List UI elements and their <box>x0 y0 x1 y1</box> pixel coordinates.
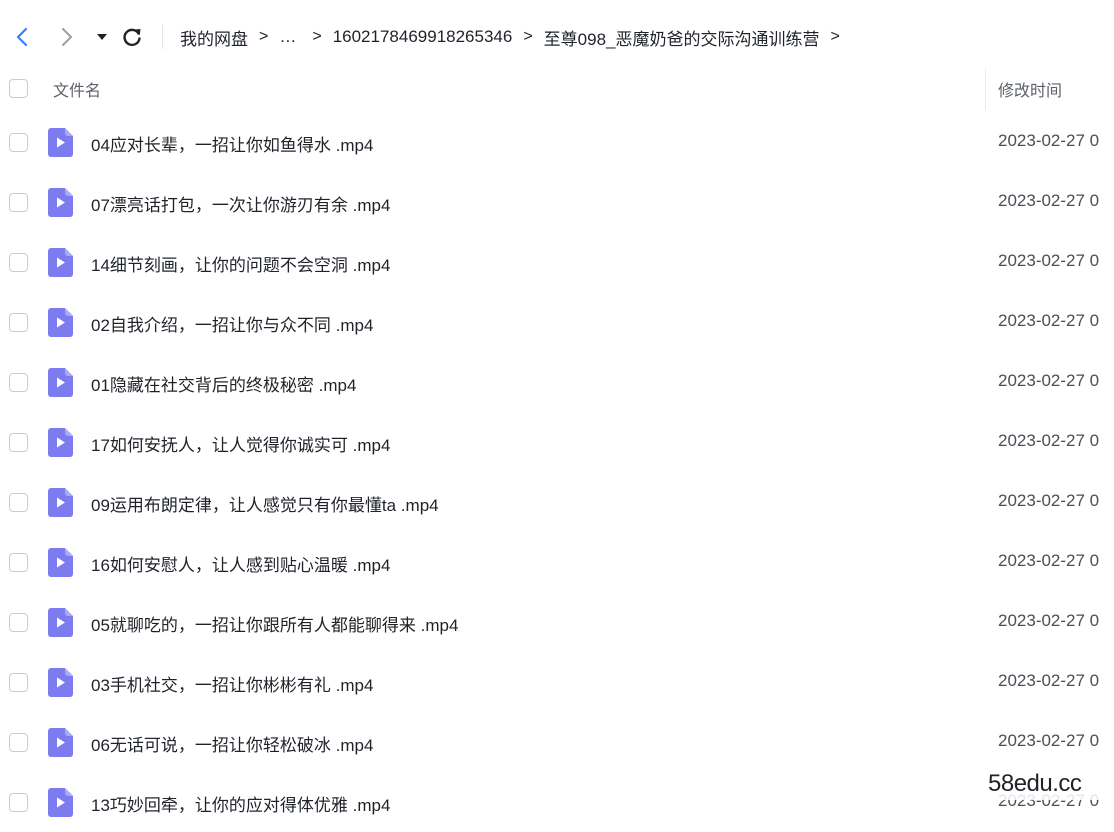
file-row[interactable]: 09运用布朗定律，让人感觉只有你最懂ta .mp4 2023-02-27 0 <box>0 472 1114 532</box>
file-name[interactable]: 09运用布朗定律，让人感觉只有你最懂ta .mp4 <box>91 491 439 516</box>
select-all-checkbox[interactable] <box>9 79 28 98</box>
breadcrumb: 我的网盘 > … > 1602178469918265346 > 至尊098_恶… <box>180 25 851 49</box>
file-modified-time: 2023-02-27 0 <box>998 731 1100 750</box>
column-header-modified[interactable]: 修改时间 <box>998 77 1062 101</box>
watermark: 58edu.cc <box>986 770 1114 800</box>
file-modified-time: 2023-02-27 0 <box>998 191 1100 210</box>
video-file-icon <box>48 248 73 277</box>
video-file-icon <box>48 428 73 457</box>
breadcrumb-separator: > <box>259 28 269 45</box>
file-name[interactable]: 14细节刻画，让你的问题不会空洞 .mp4 <box>91 251 390 276</box>
forward-button[interactable] <box>56 26 78 48</box>
row-checkbox[interactable] <box>9 373 28 392</box>
video-file-icon <box>48 548 73 577</box>
row-checkbox[interactable] <box>9 193 28 212</box>
column-header-name[interactable]: 文件名 <box>53 77 101 101</box>
refresh-icon <box>123 28 141 47</box>
file-row[interactable]: 01隐藏在社交背后的终极秘密 .mp4 2023-02-27 0 <box>0 352 1114 412</box>
column-divider[interactable] <box>985 68 986 110</box>
row-checkbox[interactable] <box>9 673 28 692</box>
chevron-left-icon <box>16 27 28 47</box>
row-checkbox[interactable] <box>9 733 28 752</box>
file-row[interactable]: 17如何安抚人，让人觉得你诚实可 .mp4 2023-02-27 0 <box>0 412 1114 472</box>
row-checkbox[interactable] <box>9 133 28 152</box>
file-row[interactable]: 14细节刻画，让你的问题不会空洞 .mp4 2023-02-27 0 <box>0 232 1114 292</box>
file-list: 04应对长辈，一招让你如鱼得水 .mp4 2023-02-27 0 07漂亮话打包，… <box>0 112 1114 832</box>
file-name[interactable]: 13巧妙回牵，让你的应对得体优雅 .mp4 <box>91 791 390 816</box>
breadcrumb-folder-id[interactable]: 1602178469918265346 <box>333 27 513 47</box>
file-name[interactable]: 17如何安抚人，让人觉得你诚实可 .mp4 <box>91 431 390 456</box>
file-list-header: 文件名 修改时间 <box>0 66 1114 112</box>
video-file-icon <box>48 668 73 697</box>
file-modified-time: 2023-02-27 0 <box>998 431 1100 450</box>
chevron-right-icon <box>62 28 72 46</box>
file-modified-time: 2023-02-27 0 <box>998 371 1100 390</box>
file-modified-time: 2023-02-27 0 <box>998 251 1100 270</box>
video-file-icon <box>48 488 73 517</box>
file-modified-time: 2023-02-27 0 <box>998 611 1100 630</box>
file-modified-time: 2023-02-27 0 <box>998 551 1100 570</box>
file-name[interactable]: 07漂亮话打包，一次让你游刃有余 .mp4 <box>91 191 390 216</box>
file-row[interactable]: 07漂亮话打包，一次让你游刃有余 .mp4 2023-02-27 0 <box>0 172 1114 232</box>
row-checkbox[interactable] <box>9 553 28 572</box>
file-modified-time: 2023-02-27 0 <box>998 491 1100 510</box>
video-file-icon <box>48 788 73 817</box>
file-name[interactable]: 01隐藏在社交背后的终极秘密 .mp4 <box>91 371 356 396</box>
row-checkbox[interactable] <box>9 493 28 512</box>
video-file-icon <box>48 308 73 337</box>
file-name[interactable]: 04应对长辈，一招让你如鱼得水 .mp4 <box>91 131 373 156</box>
file-modified-time: 2023-02-27 0 <box>998 671 1100 690</box>
video-file-icon <box>48 188 73 217</box>
breadcrumb-collapsed[interactable]: … <box>279 27 296 47</box>
breadcrumb-current-folder[interactable]: 至尊098_恶魔奶爸的交际沟通训练营 <box>544 25 820 50</box>
file-row[interactable]: 16如何安慰人，让人感到贴心温暖 .mp4 2023-02-27 0 <box>0 532 1114 592</box>
file-row[interactable]: 05就聊吃的，一招让你跟所有人都能聊得来 .mp4 2023-02-27 0 <box>0 592 1114 652</box>
row-checkbox[interactable] <box>9 613 28 632</box>
file-name[interactable]: 06无话可说，一招让你轻松破冰 .mp4 <box>91 731 373 756</box>
file-row[interactable]: 06无话可说，一招让你轻松破冰 .mp4 2023-02-27 0 <box>0 712 1114 772</box>
back-button[interactable] <box>11 26 33 48</box>
file-row[interactable]: 02自我介绍，一招让你与众不同 .mp4 2023-02-27 0 <box>0 292 1114 352</box>
breadcrumb-separator: > <box>523 28 533 45</box>
row-checkbox[interactable] <box>9 433 28 452</box>
file-row[interactable]: 13巧妙回牵，让你的应对得体优雅 .mp4 2023-02-27 0 <box>0 772 1114 832</box>
history-dropdown-button[interactable] <box>93 27 111 47</box>
toolbar: 我的网盘 > … > 1602178469918265346 > 至尊098_恶… <box>0 0 1114 74</box>
toolbar-divider <box>162 25 163 49</box>
video-file-icon <box>48 728 73 757</box>
row-checkbox[interactable] <box>9 793 28 812</box>
breadcrumb-separator: > <box>312 28 322 45</box>
file-modified-time: 2023-02-27 0 <box>998 311 1100 330</box>
row-checkbox[interactable] <box>9 253 28 272</box>
file-name[interactable]: 05就聊吃的，一招让你跟所有人都能聊得来 .mp4 <box>91 611 458 636</box>
file-modified-time: 2023-02-27 0 <box>998 131 1100 150</box>
row-checkbox[interactable] <box>9 313 28 332</box>
file-name[interactable]: 16如何安慰人，让人感到贴心温暖 .mp4 <box>91 551 390 576</box>
video-file-icon <box>48 608 73 637</box>
breadcrumb-separator: > <box>830 28 840 45</box>
refresh-button[interactable] <box>121 26 143 48</box>
breadcrumb-my-drive[interactable]: 我的网盘 <box>180 25 248 50</box>
file-name[interactable]: 02自我介绍，一招让你与众不同 .mp4 <box>91 311 373 336</box>
file-row[interactable]: 03手机社交，一招让你彬彬有礼 .mp4 2023-02-27 0 <box>0 652 1114 712</box>
caret-down-icon <box>97 34 107 40</box>
video-file-icon <box>48 128 73 157</box>
video-file-icon <box>48 368 73 397</box>
file-name[interactable]: 03手机社交，一招让你彬彬有礼 .mp4 <box>91 671 373 696</box>
file-row[interactable]: 04应对长辈，一招让你如鱼得水 .mp4 2023-02-27 0 <box>0 112 1114 172</box>
